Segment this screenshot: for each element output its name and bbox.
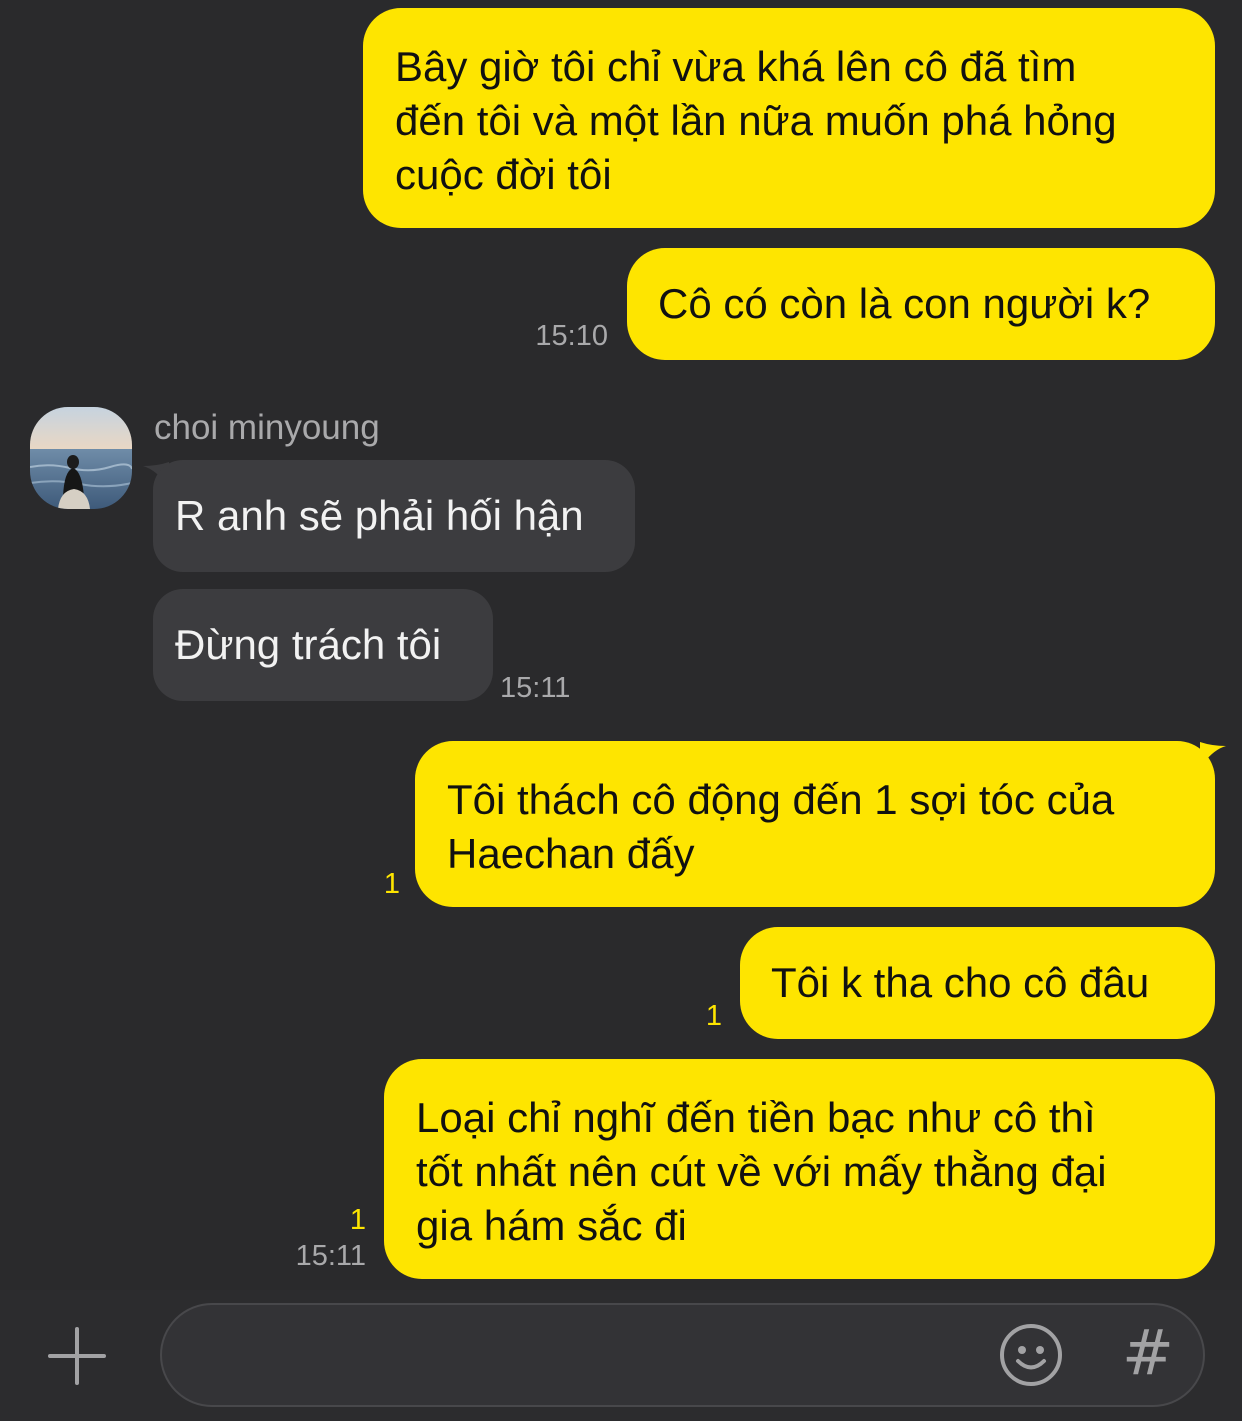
message-bubble-outgoing[interactable]: Tôi k tha cho cô đâu <box>740 927 1215 1039</box>
unread-count: 1 <box>349 1204 366 1236</box>
avatar-photo <box>30 407 132 509</box>
unread-count: 1 <box>383 868 400 900</box>
contact-name: choi minyoung <box>154 408 380 447</box>
contact-avatar[interactable] <box>30 407 132 509</box>
message-bubble-outgoing[interactable]: Cô có còn là con người k? <box>627 248 1215 360</box>
emoticon-icon[interactable] <box>998 1322 1064 1388</box>
chat-message-list[interactable]: Bây giờ tôi chỉ vừa khá lên cô đã tìm đế… <box>0 0 1242 1290</box>
message-timestamp: 15:10 <box>535 320 608 352</box>
message-bubble-outgoing[interactable]: Tôi thách cô động đến 1 sợi tóc của Haec… <box>415 741 1215 907</box>
plus-icon[interactable] <box>44 1323 110 1389</box>
message-bubble-incoming[interactable]: R anh sẽ phải hối hận <box>153 460 635 572</box>
unread-count: 1 <box>705 1000 722 1032</box>
message-timestamp: 15:11 <box>295 1240 366 1272</box>
message-timestamp: 15:11 <box>500 672 571 704</box>
message-bubble-incoming[interactable]: Đừng trách tôi <box>153 589 493 701</box>
hash-icon[interactable]: # <box>1118 1318 1178 1388</box>
message-bubble-outgoing[interactable]: Loại chỉ nghĩ đến tiền bạc như cô thì tố… <box>384 1059 1215 1279</box>
message-bubble-outgoing[interactable]: Bây giờ tôi chỉ vừa khá lên cô đã tìm đế… <box>363 8 1215 228</box>
